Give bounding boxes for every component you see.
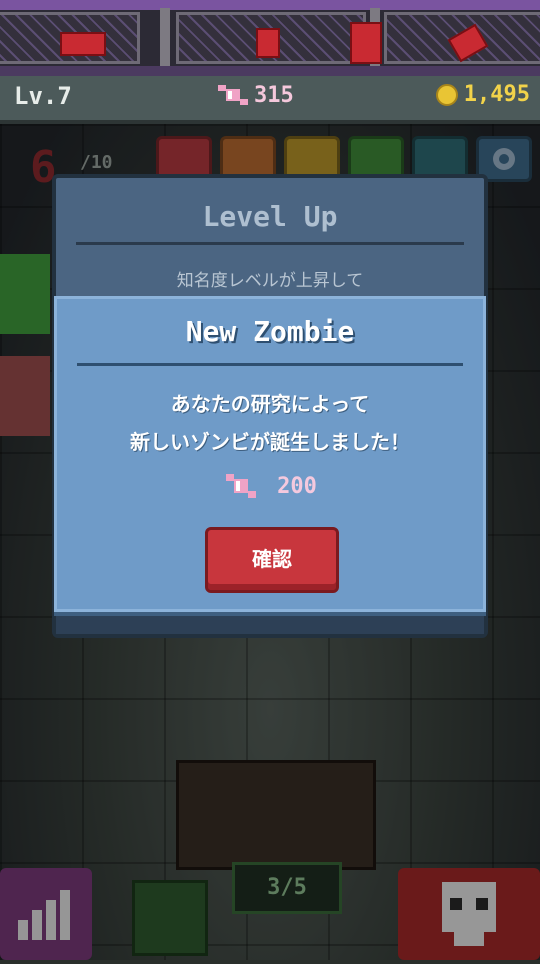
conveyor-top-bar xyxy=(0,0,540,10)
coin-amount: 1,495 xyxy=(463,82,530,107)
candy-icon xyxy=(226,474,257,498)
message-line: あなたの研究によって xyxy=(170,392,370,416)
candy-amount: 315 xyxy=(254,82,294,108)
document-card-icon[interactable] xyxy=(60,32,106,56)
candy-icon xyxy=(218,85,248,105)
conveyor-post xyxy=(160,8,170,70)
reward-row: 200 xyxy=(57,471,483,501)
document-card-icon[interactable] xyxy=(350,22,382,64)
divider xyxy=(76,242,464,245)
new-zombie-panel: New Zombie あなたの研究によって 新しいゾンビが誕生しました！ 200… xyxy=(54,296,486,612)
panel-title: New Zombie xyxy=(185,315,355,348)
message-line: 新しいゾンビが誕生しました！ xyxy=(130,430,410,454)
document-card-icon[interactable] xyxy=(256,28,280,58)
dialog-subtitle: 知名度レベルが上昇して xyxy=(176,271,364,291)
confirm-button[interactable]: 確認 xyxy=(205,527,339,593)
reward-amount: 200 xyxy=(277,473,317,499)
dialog-title: Level Up xyxy=(202,200,338,233)
divider xyxy=(77,363,463,366)
candy-counter: 315 xyxy=(216,82,294,108)
coin-icon xyxy=(435,83,458,106)
conveyor-strip xyxy=(0,0,540,80)
coin-counter: 1,495 xyxy=(435,82,530,107)
status-bar: Lv.7 315 1,495 xyxy=(0,76,540,124)
panel-message: あなたの研究によって 新しいゾンビが誕生しました！ xyxy=(57,385,483,461)
player-level: Lv.7 xyxy=(14,82,72,110)
conveyor-rail xyxy=(0,66,540,76)
dialog-footer xyxy=(56,610,484,634)
